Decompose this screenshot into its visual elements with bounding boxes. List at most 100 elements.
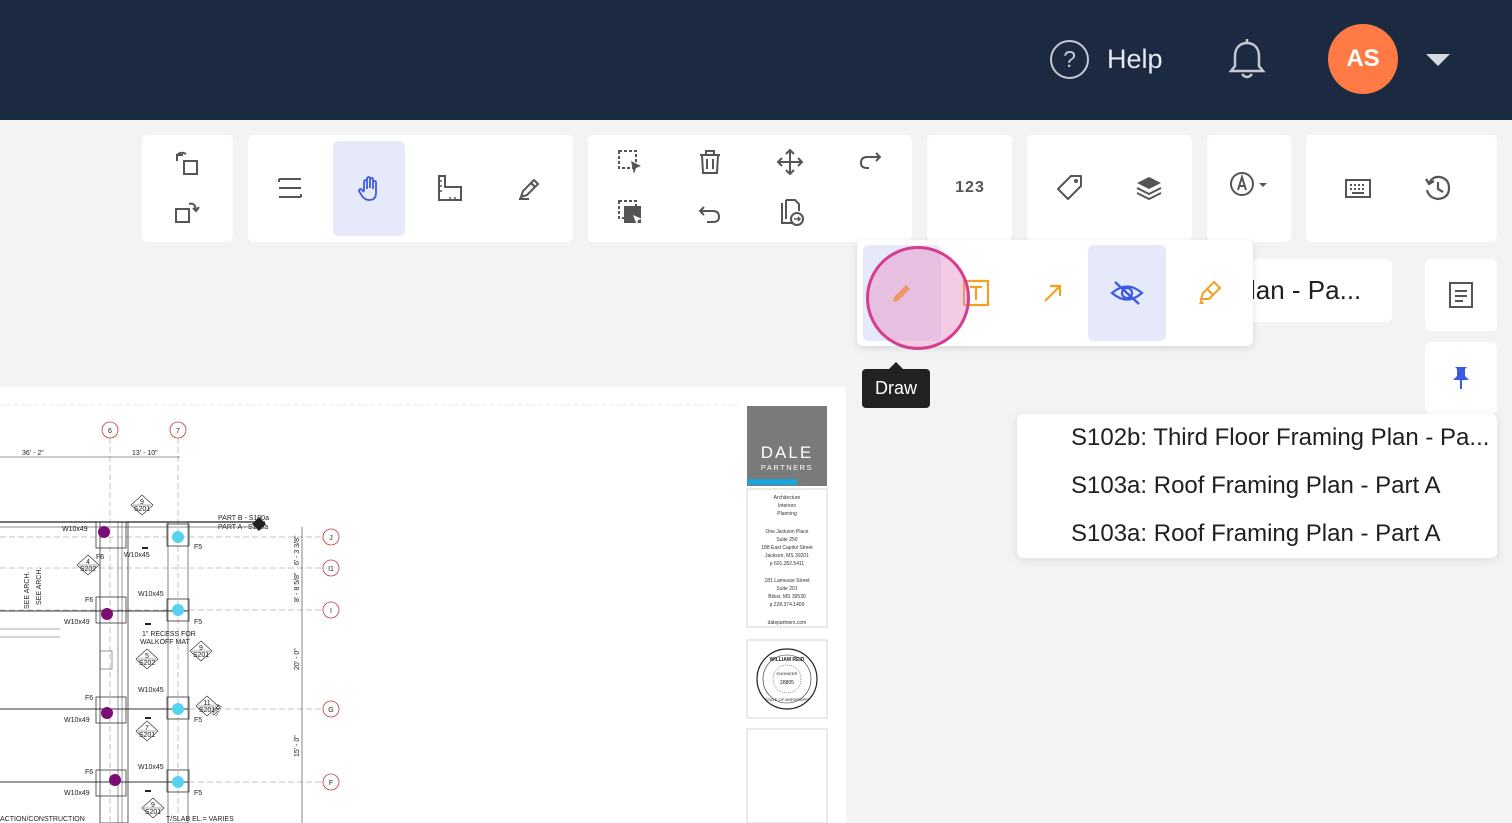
top-navigation-bar: ? Help AS <box>0 0 1512 120</box>
svg-text:S201: S201 <box>134 506 150 513</box>
select-all-icon[interactable] <box>602 189 658 235</box>
highlighter-icon <box>1199 280 1222 304</box>
grid-bubble-I1: I1 <box>328 566 334 573</box>
sheet-option[interactable]: S103a: Roof Framing Plan - Part A <box>1071 472 1491 500</box>
footing-label: F5 <box>194 619 202 626</box>
keyboard-icon[interactable] <box>1330 165 1386 211</box>
chevron-down-icon[interactable] <box>1426 54 1450 66</box>
view-tool-group <box>248 135 573 242</box>
arrow-icon <box>1044 284 1062 302</box>
measure-area-icon[interactable] <box>422 165 478 211</box>
beam-label: W10x45 <box>138 687 164 694</box>
part-a-label: PART A - S100a <box>218 524 268 531</box>
click-highlight <box>866 246 970 350</box>
svg-text:S201: S201 <box>199 707 215 714</box>
question-mark-icon: ? <box>1050 40 1089 79</box>
split-view-icon[interactable] <box>262 165 318 211</box>
copy-to-sheet-icon[interactable] <box>762 189 818 235</box>
beam-label: W10x45 <box>124 552 150 559</box>
hide-markups-button[interactable] <box>1088 245 1166 341</box>
discipline-text: Planning <box>777 511 797 517</box>
sheet-option[interactable]: S103a: Roof Framing Plan - Part A <box>1071 520 1491 548</box>
address-text: Suite 201 <box>776 586 797 592</box>
help-label: Help <box>1107 44 1163 74</box>
grid-bubble-G: G <box>328 707 333 714</box>
address-text: One Jackson Place <box>765 529 808 535</box>
svg-text:11: 11 <box>203 700 210 707</box>
section-callout: 9 S201 <box>141 797 165 819</box>
highlighter-tool-button[interactable] <box>1170 245 1248 341</box>
section-callout: 9 S201 <box>189 640 213 662</box>
svg-text:S202: S202 <box>80 566 96 573</box>
footing-label: F5 <box>194 717 202 724</box>
history-icon[interactable] <box>1410 165 1466 211</box>
firm-name-line2: PARTNERS <box>761 463 813 472</box>
footing-label: F6 <box>96 554 104 561</box>
website-text: dalepartners.com <box>768 620 807 626</box>
tags-layers-group <box>1027 135 1192 242</box>
markup-style-group <box>1207 135 1291 242</box>
svg-text:9: 9 <box>199 645 203 652</box>
walkoff-note: WALKOFF MAT <box>140 639 191 646</box>
slab-elevation-note: T/SLAB EL.= VARIES <box>166 816 234 823</box>
address-text: p 601.352.5411 <box>770 561 805 567</box>
beam-label: W10x49 <box>64 717 90 724</box>
move-arrows-icon[interactable] <box>762 139 818 185</box>
recess-note: 1" RECESS FOR <box>142 631 196 638</box>
pin-button[interactable] <box>1425 342 1497 414</box>
svg-text:WILLIAM REID: WILLIAM REID <box>770 657 805 663</box>
markup-pen-icon[interactable] <box>502 165 558 211</box>
blueprint-canvas[interactable]: 6 7 36' - 2" 13' - 10" J I1 I G F 6' - 3… <box>0 387 846 823</box>
dimension-side-4: 15' - 0" <box>294 735 301 757</box>
arrow-tool-button[interactable] <box>1014 245 1092 341</box>
address-text: p 228.374.1409 <box>770 602 805 608</box>
grid-bubble-6: 6 <box>108 428 112 435</box>
dimension-top-2: 13' - 10" <box>132 450 158 457</box>
beam-label: W10x49 <box>62 526 88 533</box>
address-text: Suite 250 <box>776 537 797 543</box>
svg-text:S201: S201 <box>139 732 155 739</box>
sheet-option[interactable]: S102b: Third Floor Framing Plan - Pa... <box>1071 424 1491 452</box>
grid-bubble-7: 7 <box>176 428 180 435</box>
address-text: Jackson, MS 39201 <box>765 553 809 559</box>
svg-text:S202: S202 <box>139 660 155 667</box>
user-avatar[interactable]: AS <box>1328 24 1398 94</box>
footing-label: F6 <box>85 769 93 776</box>
grid-bubble-I: I <box>330 608 332 615</box>
bell-icon[interactable] <box>1226 38 1268 87</box>
select-area-icon[interactable] <box>602 139 658 185</box>
svg-text:5: 5 <box>145 653 149 660</box>
dimension-side-2: 8' - 8 5/8" <box>294 572 301 602</box>
address-text: 181 Lameuse Street <box>764 578 810 584</box>
sheet-list-button[interactable] <box>1425 259 1497 331</box>
tag-icon[interactable] <box>1042 165 1098 211</box>
footing-label: F6 <box>85 695 93 702</box>
help-button[interactable]: ? Help <box>1050 40 1163 79</box>
address-text: Biloxi, MS 39530 <box>768 594 806 600</box>
svg-text:S201: S201 <box>145 809 161 816</box>
rotate-left-icon[interactable] <box>159 141 215 187</box>
svg-text:ENGINEER: ENGINEER <box>777 671 798 676</box>
grid-bubble-F: F <box>329 780 333 787</box>
dimension-top-1: 36' - 2" <box>22 450 44 457</box>
section-callout: 9 S201 <box>130 494 154 516</box>
beam-label: W10x49 <box>64 619 90 626</box>
layers-icon[interactable] <box>1121 165 1177 211</box>
markup-style-dropdown[interactable] <box>1217 161 1281 207</box>
beam-label: W10x49 <box>64 790 90 797</box>
undo-icon[interactable] <box>682 189 738 235</box>
sheet-dropdown: S102b: Third Floor Framing Plan - Pa... … <box>1017 414 1497 558</box>
count-button[interactable]: 123 <box>942 165 998 211</box>
beam-label: W10x45 <box>138 591 164 598</box>
eye-off-icon <box>1110 281 1144 305</box>
svg-text:4: 4 <box>86 559 90 566</box>
redo-icon[interactable] <box>842 139 898 185</box>
count-tool-group: 123 <box>927 135 1012 242</box>
pan-hand-icon[interactable] <box>333 141 405 236</box>
svg-text:9: 9 <box>140 499 144 506</box>
footing-label: F5 <box>194 790 202 797</box>
trash-icon[interactable] <box>682 139 738 185</box>
firm-name-line1: DALE <box>761 443 813 462</box>
rotate-right-icon[interactable] <box>159 189 215 235</box>
discipline-text: Interiors <box>778 503 797 509</box>
